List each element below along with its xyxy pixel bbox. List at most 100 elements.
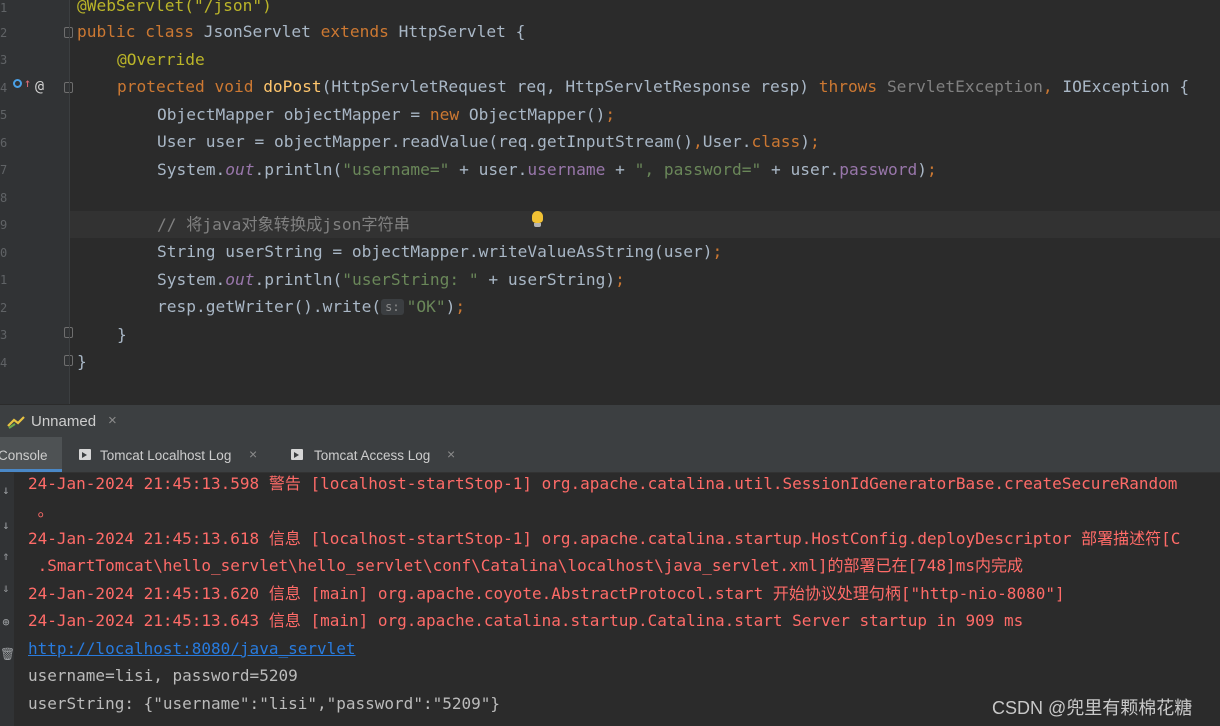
line-number: 5 bbox=[0, 108, 8, 122]
code-line-9: // 将java对象转换成json字符串 bbox=[157, 215, 410, 235]
punct: , bbox=[693, 132, 703, 151]
arrow-down-icon[interactable]: ↓ bbox=[0, 518, 12, 532]
implements-arrow-icon[interactable]: ↑ bbox=[24, 77, 31, 89]
tab-tomcat-localhost-log[interactable]: Tomcat Localhost Log × bbox=[70, 437, 270, 472]
comment: // 将java对象转换成json字符串 bbox=[157, 215, 410, 234]
tab-label: Tomcat Access Log bbox=[314, 448, 431, 463]
scroll-end-icon[interactable]: ⇓ bbox=[0, 581, 12, 595]
code-text: System. bbox=[157, 160, 226, 179]
line-number: 8 bbox=[0, 191, 8, 205]
closing-brace: } bbox=[77, 352, 87, 371]
override-method-icon[interactable] bbox=[13, 79, 22, 88]
code-text: String userString = objectMapper.writeVa… bbox=[157, 242, 713, 261]
annotation-at-icon[interactable]: @ bbox=[35, 77, 44, 95]
console-line: .SmartTomcat\hello_servlet\hello_servlet… bbox=[28, 556, 1023, 575]
localhost-link[interactable]: http://localhost:8080/java_servlet bbox=[28, 639, 356, 659]
code-text: + user. bbox=[449, 160, 528, 179]
code-text: ObjectMapper() bbox=[468, 105, 606, 124]
code-editor[interactable]: 1 2 3 4 5 6 7 8 9 0 1 2 3 4 ↑ @ @WebServ… bbox=[0, 0, 1220, 404]
lightbulb-icon[interactable] bbox=[531, 211, 544, 229]
console-line: 24-Jan-2024 21:45:13.618 信息 [localhost-s… bbox=[28, 529, 1181, 548]
editor-gutter: 1 2 3 4 5 6 7 8 9 0 1 2 3 4 ↑ @ bbox=[0, 0, 73, 404]
class-name: JsonServlet bbox=[203, 22, 321, 41]
close-icon[interactable]: × bbox=[249, 446, 257, 462]
log-icon bbox=[79, 449, 91, 460]
code-line-14: } bbox=[77, 352, 87, 372]
code-line-13: } bbox=[117, 325, 127, 345]
tab-tomcat-access-log[interactable]: Tomcat Access Log × bbox=[282, 437, 472, 472]
keyword: class bbox=[751, 132, 801, 151]
punct: ; bbox=[712, 242, 723, 261]
keyword: throws bbox=[818, 77, 887, 96]
code-text: User user = objectMapper.readValue(req.g… bbox=[157, 132, 694, 151]
punct: , bbox=[1042, 77, 1063, 96]
line-number: 3 bbox=[0, 328, 8, 342]
tab-console[interactable]: Console bbox=[0, 437, 62, 472]
code-line-7: System.out.println("username=" + user.us… bbox=[157, 160, 937, 180]
closing-brace: } bbox=[117, 325, 127, 344]
string-literal: "userString: " bbox=[342, 270, 479, 289]
soft-wrap-icon[interactable]: ⇑ bbox=[0, 549, 12, 563]
code-text: .println( bbox=[254, 270, 343, 289]
parameter-hint: s: bbox=[381, 299, 404, 315]
code-line-6: User user = objectMapper.readValue(req.g… bbox=[157, 132, 820, 152]
punct: ; bbox=[455, 297, 466, 316]
close-icon[interactable]: × bbox=[108, 412, 117, 429]
punct: ; bbox=[926, 160, 937, 179]
console-toolbar: ↓ ↓ ⇑ ⇓ ⊕ 🗑 bbox=[0, 473, 15, 726]
trash-icon[interactable]: 🗑 bbox=[0, 647, 15, 661]
method-name: doPost bbox=[263, 77, 322, 96]
console-line: username=lisi, password=5209 bbox=[28, 666, 298, 685]
code-text: ) bbox=[445, 297, 456, 316]
watermark: CSDN @兜里有颗棉花糖 bbox=[992, 698, 1193, 718]
tab-label: Console bbox=[0, 448, 48, 463]
parameters: (HttpServletRequest req, HttpServletResp… bbox=[321, 77, 819, 96]
punct: ; bbox=[809, 132, 820, 151]
scroll-down-icon[interactable]: ↓ bbox=[0, 483, 12, 497]
keyword: public bbox=[77, 22, 146, 41]
run-tool-window-header: Unnamed × bbox=[0, 404, 1220, 437]
field: username bbox=[527, 160, 606, 179]
console-output[interactable]: ↓ ↓ ⇑ ⇓ ⊕ 🗑 24-Jan-2024 21:45:13.598 警告 … bbox=[0, 473, 1220, 726]
code-text: + userString) bbox=[478, 270, 616, 289]
code-text: ) bbox=[800, 132, 810, 151]
annotation-override: @Override bbox=[117, 50, 205, 69]
code-text: resp.getWriter().write( bbox=[157, 297, 382, 316]
console-line: 。 bbox=[28, 501, 54, 520]
log-icon bbox=[291, 449, 303, 460]
superclass: HttpServlet { bbox=[398, 22, 526, 41]
keyword: extends bbox=[320, 22, 399, 41]
string-literal: ", password=" bbox=[634, 160, 762, 179]
run-config-tab[interactable]: Unnamed bbox=[31, 413, 96, 430]
console-line: 24-Jan-2024 21:45:13.598 警告 [localhost-s… bbox=[28, 474, 1178, 493]
punct: ; bbox=[605, 105, 616, 124]
code-line-10: String userString = objectMapper.writeVa… bbox=[157, 242, 722, 262]
code-text: System. bbox=[157, 270, 226, 289]
code-line-1: @WebServlet("/json") bbox=[77, 0, 272, 16]
exception-type: ServletException bbox=[886, 77, 1043, 96]
line-number: 3 bbox=[0, 53, 8, 67]
console-tabs: Console Tomcat Localhost Log × Tomcat Ac… bbox=[0, 437, 1220, 473]
code-text: ObjectMapper objectMapper = bbox=[157, 105, 430, 124]
static-field: out bbox=[225, 270, 255, 289]
line-number: 1 bbox=[0, 1, 8, 15]
code-text: .println( bbox=[254, 160, 343, 179]
tomcat-icon bbox=[7, 416, 25, 429]
string-literal: "OK" bbox=[406, 297, 446, 316]
exception-type: IOException { bbox=[1062, 77, 1190, 96]
line-number: 9 bbox=[0, 218, 8, 232]
console-line: 24-Jan-2024 21:45:13.643 信息 [main] org.a… bbox=[28, 611, 1024, 630]
line-number: 4 bbox=[0, 356, 8, 370]
close-icon[interactable]: × bbox=[447, 446, 455, 462]
keyword: new bbox=[429, 105, 469, 124]
tab-label: Tomcat Localhost Log bbox=[100, 448, 232, 463]
line-number: 2 bbox=[0, 301, 8, 315]
code-text: ) bbox=[917, 160, 927, 179]
code-line-12: resp.getWriter().write(s: "OK"); bbox=[157, 297, 465, 317]
console-line: 24-Jan-2024 21:45:13.620 信息 [main] org.a… bbox=[28, 584, 1065, 603]
code-line-4: protected void doPost(HttpServletRequest… bbox=[117, 77, 1189, 97]
field: password bbox=[839, 160, 918, 179]
string-literal: "username=" bbox=[342, 160, 450, 179]
print-icon[interactable]: ⊕ bbox=[0, 615, 12, 629]
code-text: User. bbox=[702, 132, 752, 151]
